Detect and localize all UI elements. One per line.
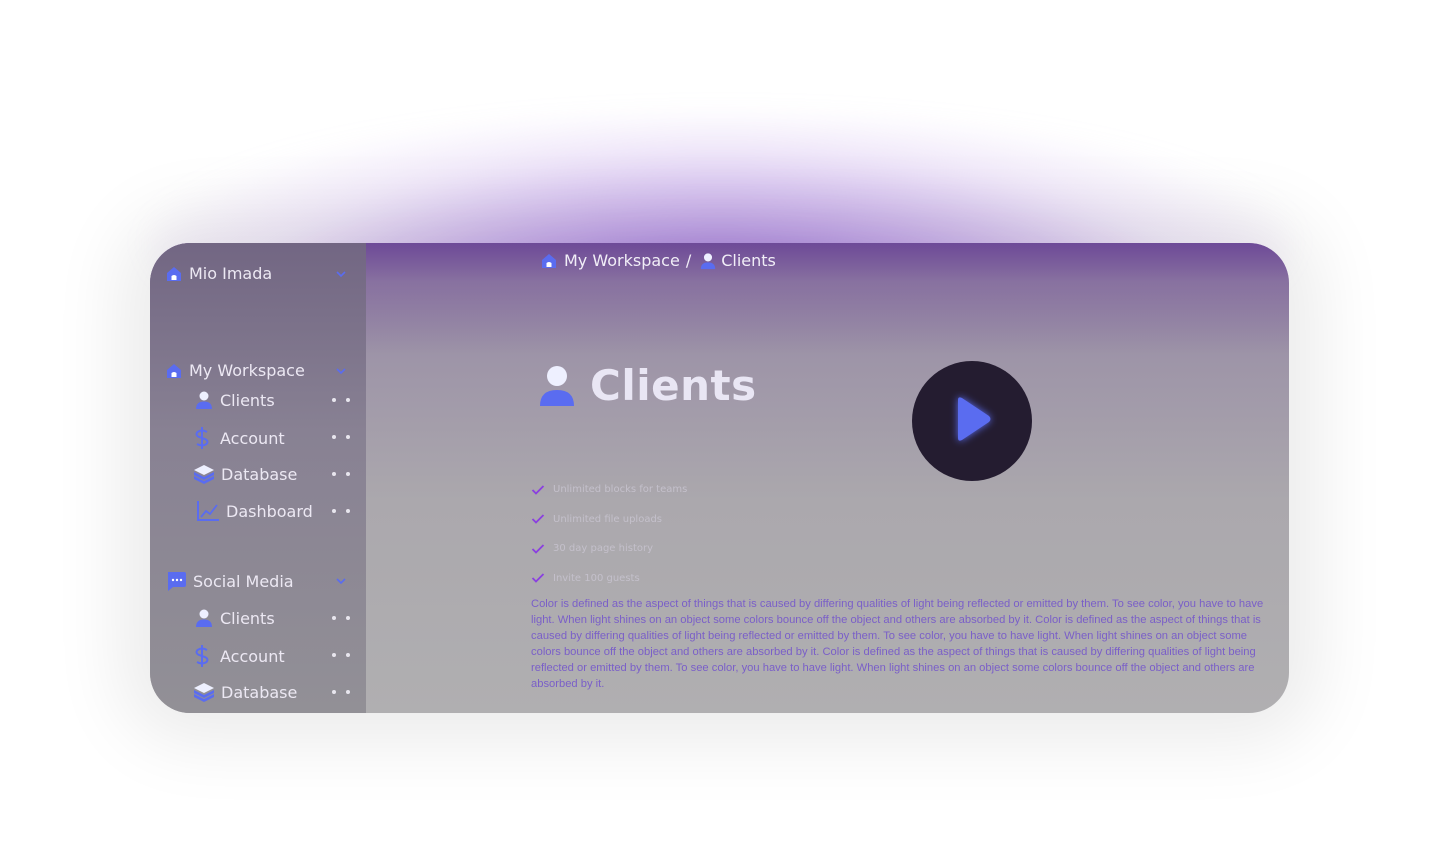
more-options-icon[interactable] xyxy=(332,398,350,402)
sidebar-group-social-media[interactable]: Social Media xyxy=(165,570,294,592)
checklist-item: Unlimited blocks for teams xyxy=(531,475,687,505)
sidebar-item-label: Clients xyxy=(220,608,275,628)
video-play-button[interactable] xyxy=(912,361,1032,481)
sidebar-item-label: Database xyxy=(221,682,298,702)
sidebar-item-database[interactable]: Database xyxy=(193,681,297,703)
dollar-icon xyxy=(195,427,209,449)
more-options-icon[interactable] xyxy=(332,472,350,476)
more-options-icon[interactable] xyxy=(332,435,350,439)
sidebar-item-label: Account xyxy=(220,428,285,448)
user-icon xyxy=(196,391,212,409)
sidebar-item-database[interactable]: Database xyxy=(193,463,297,485)
app-window: Mio Imada My Workspace Clients Account D… xyxy=(150,243,1289,713)
check-icon xyxy=(531,514,545,525)
description-paragraph: Color is defined as the aspect of things… xyxy=(531,598,1264,690)
dollar-icon xyxy=(195,645,209,667)
sidebar-item-clients[interactable]: Clients xyxy=(194,390,275,410)
checklist-item-text: 30 day page history xyxy=(553,543,654,555)
checklist-item: Invite 100 guests xyxy=(531,564,687,594)
feature-checklist: Unlimited blocks for teams Unlimited fil… xyxy=(531,475,687,593)
checklist-item-text: Invite 100 guests xyxy=(553,572,640,584)
chevron-down-icon[interactable] xyxy=(336,576,346,586)
chat-icon xyxy=(168,572,186,591)
checklist-item: Unlimited file uploads xyxy=(531,505,687,535)
chevron-down-icon[interactable] xyxy=(336,366,346,376)
sidebar-item-label: Database xyxy=(221,464,298,484)
checklist-item-text: Unlimited blocks for teams xyxy=(553,484,688,496)
check-icon xyxy=(531,485,545,495)
checklist-item-text: Unlimited file uploads xyxy=(553,513,663,525)
breadcrumb-separator: / xyxy=(685,251,692,270)
user-name: Mio Imada xyxy=(189,264,273,283)
home-icon xyxy=(542,253,556,268)
user-icon xyxy=(701,252,716,269)
stage: Mio Imada My Workspace Clients Account D… xyxy=(0,0,1440,867)
user-icon xyxy=(540,365,574,406)
more-options-icon[interactable] xyxy=(332,690,350,694)
user-switcher[interactable]: Mio Imada xyxy=(165,264,272,283)
sidebar-group-my-workspace[interactable]: My Workspace xyxy=(165,361,305,380)
sidebar-item-account[interactable]: Account xyxy=(190,644,285,668)
breadcrumb-workspace-link[interactable]: My Workspace xyxy=(564,251,680,270)
sidebar-group-label: My Workspace xyxy=(189,361,305,380)
home-icon xyxy=(167,266,181,281)
more-options-icon[interactable] xyxy=(332,616,350,620)
more-options-icon[interactable] xyxy=(332,653,350,657)
sidebar-item-label: Dashboard xyxy=(226,501,313,521)
sidebar-item-clients[interactable]: Clients xyxy=(194,608,275,628)
breadcrumb: My Workspace / Clients xyxy=(540,251,776,270)
page-title-text: Clients xyxy=(590,361,757,410)
layers-icon xyxy=(194,465,214,484)
chevron-down-icon[interactable] xyxy=(336,269,346,279)
sidebar-item-account[interactable]: Account xyxy=(190,426,285,450)
user-icon xyxy=(196,609,212,627)
sidebar-group-label: Social Media xyxy=(193,571,294,591)
sidebar-item-label: Clients xyxy=(220,390,275,410)
check-icon xyxy=(531,544,545,554)
home-icon xyxy=(167,363,181,378)
chart-icon xyxy=(197,501,219,521)
sidebar: Mio Imada My Workspace Clients Account D… xyxy=(150,243,366,713)
check-icon xyxy=(531,573,545,584)
more-options-icon[interactable] xyxy=(332,509,350,513)
sidebar-item-label: Account xyxy=(220,646,285,666)
sidebar-item-dashboard[interactable]: Dashboard xyxy=(196,500,313,522)
breadcrumb-current: Clients xyxy=(721,251,776,270)
checklist-item: 30 day page history xyxy=(531,534,687,564)
page-title: Clients xyxy=(538,361,757,410)
layers-icon xyxy=(194,683,214,702)
play-icon xyxy=(958,397,991,441)
